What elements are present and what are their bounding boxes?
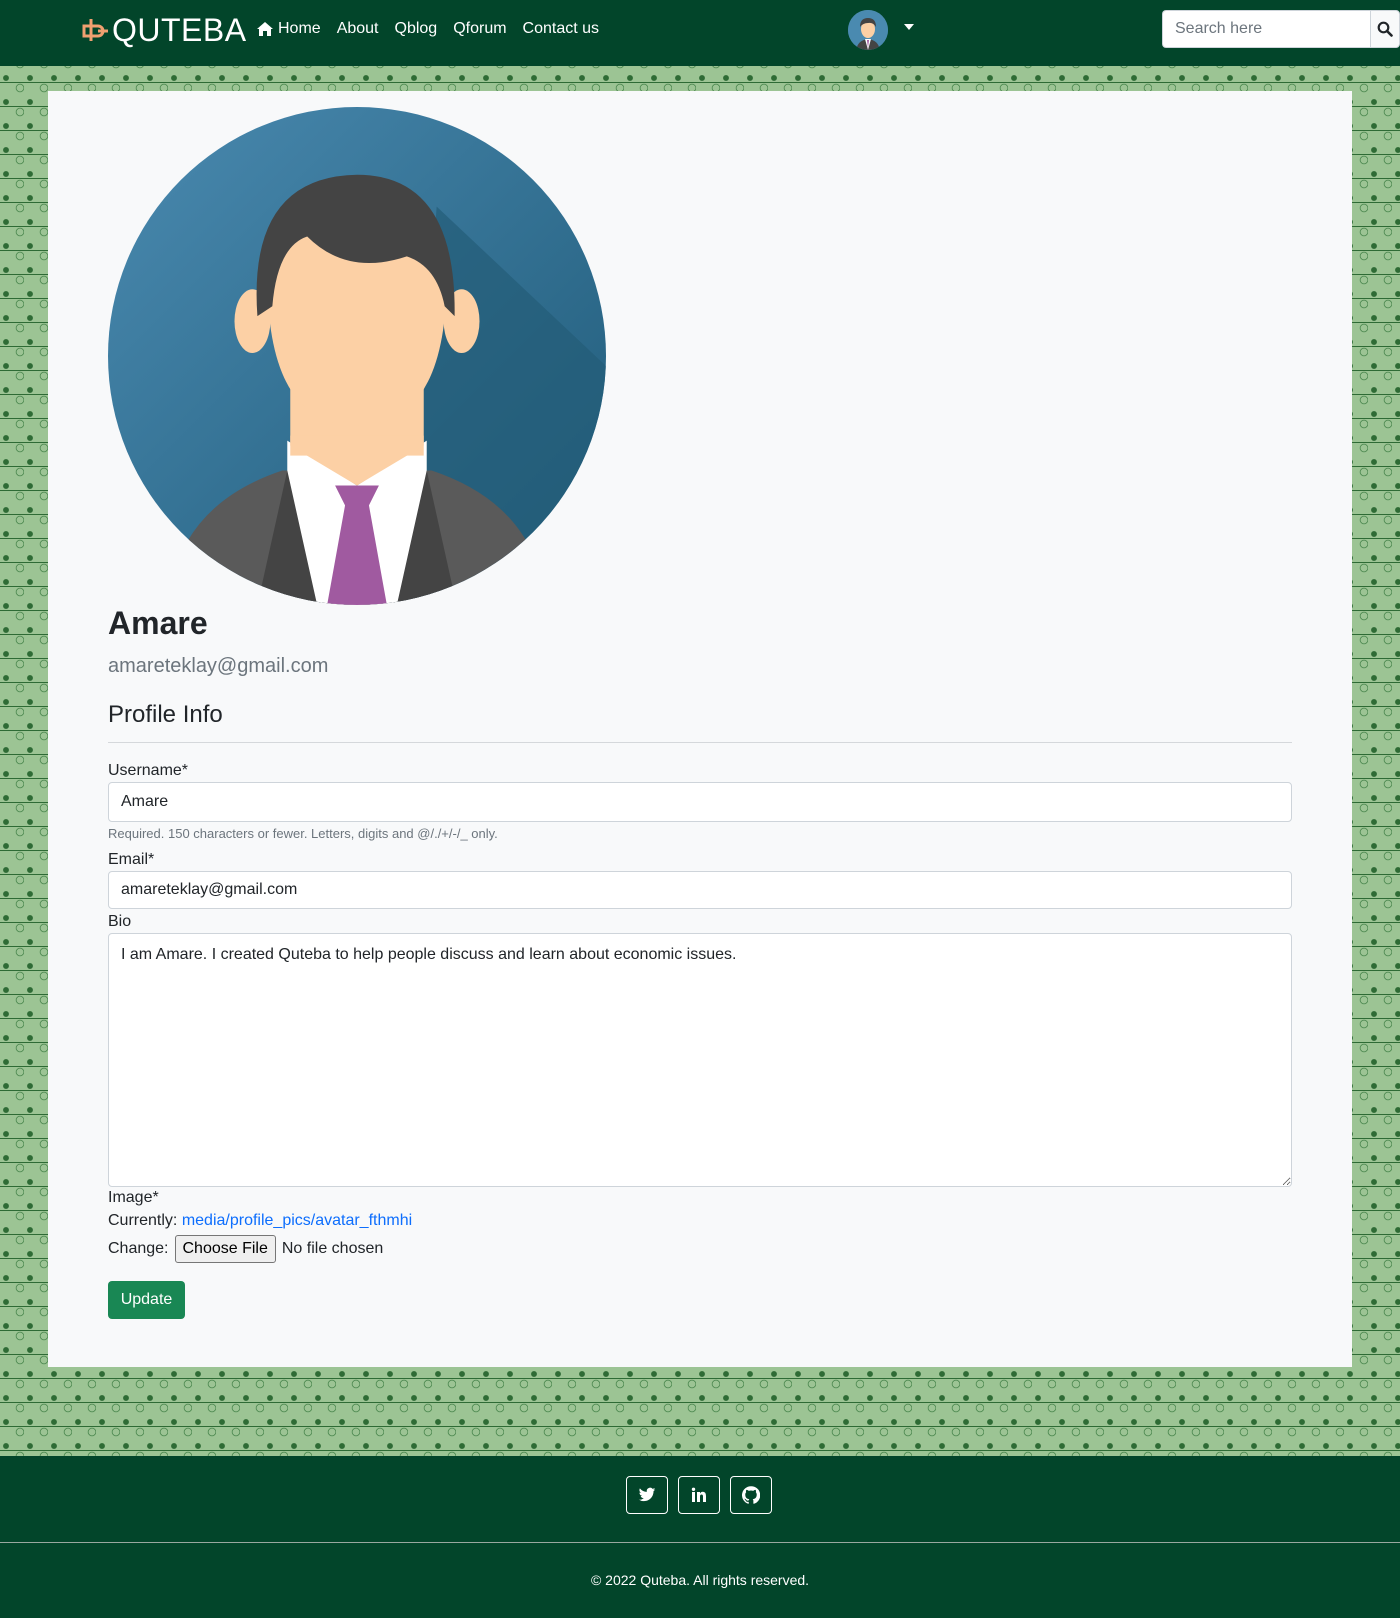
search-icon — [1377, 21, 1393, 37]
twitter-icon — [638, 1487, 656, 1502]
footer: © 2022 Quteba. All rights reserved. — [0, 1456, 1400, 1618]
search-input[interactable] — [1162, 10, 1370, 48]
copyright-icon: © — [590, 1572, 606, 1588]
nav-home-label: Home — [278, 20, 321, 37]
no-file-text: No file chosen — [281, 1240, 384, 1257]
social-links — [626, 1476, 772, 1514]
navbar: QUTEBA Home About Qblog Qforum Contact u… — [0, 0, 1400, 66]
copyright: © 2022 Quteba. All rights reserved. — [0, 1572, 1400, 1588]
currently-label: Currently: — [108, 1212, 178, 1229]
update-button[interactable]: Update — [108, 1281, 185, 1319]
nav-qforum[interactable]: Qforum — [453, 18, 506, 40]
nav-home[interactable]: Home — [256, 18, 321, 40]
bio-label: Bio — [108, 913, 132, 930]
profile-card: Amare amareteklay@gmail.com Profile Info… — [48, 91, 1352, 1367]
copyright-text: 2022 Quteba. All rights reserved. — [605, 1572, 810, 1588]
change-label: Change: — [108, 1240, 169, 1257]
twitter-button[interactable] — [626, 1476, 668, 1514]
github-icon — [742, 1486, 760, 1504]
bio-textarea[interactable]: I am Amare. I created Quteba to help peo… — [108, 933, 1292, 1187]
username-field[interactable] — [108, 782, 1292, 822]
current-image-link[interactable]: media/profile_pics/avatar_fthmhi — [182, 1212, 412, 1229]
profile-email: amareteklay@gmail.com — [108, 655, 329, 677]
github-button[interactable] — [730, 1476, 772, 1514]
nav-contact[interactable]: Contact us — [523, 18, 599, 40]
search-button[interactable] — [1370, 10, 1400, 48]
profile-avatar-image — [108, 107, 606, 605]
email-field[interactable] — [108, 871, 1292, 909]
user-avatar[interactable] — [848, 10, 888, 50]
home-icon — [257, 22, 273, 36]
username-help-text: Required. 150 characters or fewer. Lette… — [108, 826, 498, 841]
brand-name: QUTEBA — [112, 11, 247, 48]
profile-name: Amare — [108, 605, 208, 641]
nav-qblog[interactable]: Qblog — [395, 18, 438, 40]
username-label: Username* — [108, 762, 189, 779]
linkedin-icon — [691, 1487, 706, 1502]
linkedin-button[interactable] — [678, 1476, 720, 1514]
chevron-down-icon[interactable] — [904, 24, 914, 30]
image-label: Image* — [108, 1189, 159, 1206]
quteba-logo-icon — [82, 19, 108, 41]
section-title-profile-info: Profile Info — [108, 701, 1292, 743]
change-image-row: Change: Choose File No file chosen — [108, 1235, 383, 1263]
email-label: Email* — [108, 851, 155, 868]
profile-picture — [108, 107, 606, 605]
nav-links: Home About Qblog Qforum Contact us — [256, 18, 599, 40]
footer-divider — [0, 1542, 1400, 1543]
current-image-row: Currently: media/profile_pics/avatar_fth… — [108, 1212, 412, 1230]
brand-link[interactable]: QUTEBA — [80, 10, 247, 50]
choose-file-button[interactable]: Choose File — [174, 1235, 276, 1263]
avatar-icon — [848, 10, 888, 50]
search-form — [1162, 10, 1400, 48]
nav-about[interactable]: About — [337, 18, 379, 40]
